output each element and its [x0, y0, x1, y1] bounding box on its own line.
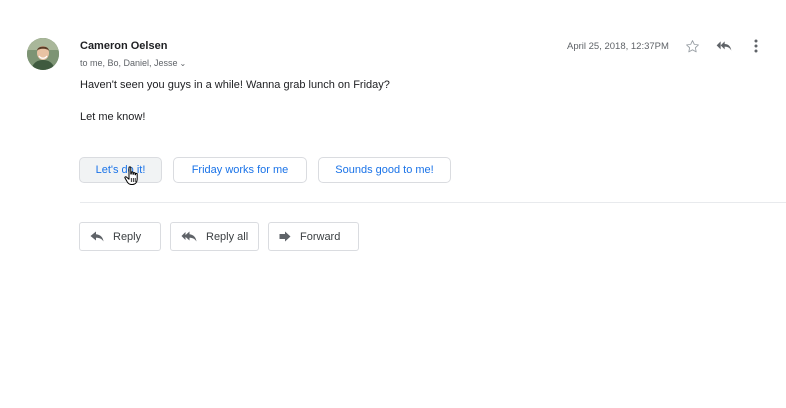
sender-avatar[interactable] — [27, 38, 59, 70]
sender-name[interactable]: Cameron Oelsen — [80, 40, 167, 52]
reply-button-label: Reply — [113, 230, 142, 243]
reply-all-button-label: Reply all — [206, 230, 249, 243]
reply-all-icon — [181, 231, 197, 242]
reply-all-icon[interactable] — [713, 36, 735, 56]
message-date: April 25, 2018, 12:37PM — [567, 41, 669, 52]
chevron-down-icon[interactable]: ⌄ — [180, 59, 187, 68]
forward-button[interactable]: Forward — [268, 222, 359, 251]
email-message-view: Cameron Oelsen to me, Bo, Daniel, Jesse ⌄… — [0, 0, 786, 408]
recipients-line[interactable]: to me, Bo, Daniel, Jesse ⌄ — [80, 58, 186, 68]
recipients-text: to me, Bo, Daniel, Jesse — [80, 58, 178, 68]
forward-button-label: Forward — [300, 230, 341, 243]
divider — [80, 202, 786, 203]
message-body-line: Haven't seen you guys in a while! Wanna … — [80, 79, 390, 91]
smart-reply-chip-lets-do-it[interactable]: Let's do it! — [79, 157, 162, 183]
smart-reply-chip-sounds-good[interactable]: Sounds good to me! — [318, 157, 451, 183]
more-vertical-icon[interactable] — [748, 36, 764, 56]
reply-all-button[interactable]: Reply all — [170, 222, 259, 251]
message-body-line: Let me know! — [80, 111, 146, 123]
star-icon[interactable] — [682, 36, 702, 56]
smart-reply-chip-friday-works[interactable]: Friday works for me — [173, 157, 307, 183]
forward-icon — [279, 231, 291, 242]
reply-icon — [90, 231, 104, 242]
reply-button[interactable]: Reply — [79, 222, 161, 251]
